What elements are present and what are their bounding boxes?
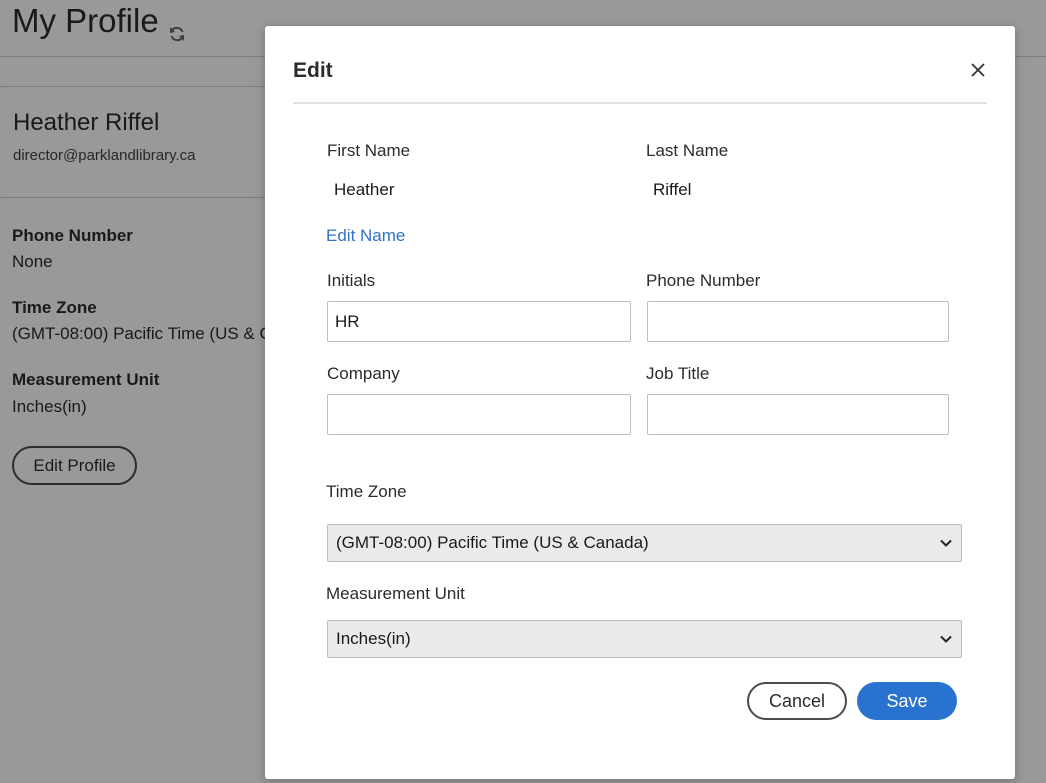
time-zone-select[interactable]: (GMT-08:00) Pacific Time (US & Canada) (327, 524, 962, 562)
measurement-unit-select[interactable]: Inches(in) (327, 620, 962, 658)
last-name-label: Last Name (646, 141, 729, 160)
profile-page: My Profile Heather Riffel director@parkl… (0, 0, 1046, 783)
company-input[interactable] (327, 394, 631, 435)
job-title-input[interactable] (647, 394, 949, 435)
initials-label: Initials (327, 271, 376, 290)
edit-profile-dialog: Edit First Name Heather Last Name Riffel… (265, 26, 1015, 779)
time-zone-selected: (GMT-08:00) Pacific Time (US & Canada) (336, 533, 649, 552)
measurement-unit-selected: Inches(in) (336, 629, 411, 648)
dialog-title: Edit (293, 59, 333, 82)
initials-input[interactable] (327, 301, 631, 342)
first-name-label: First Name (327, 141, 411, 160)
edit-name-link[interactable]: Edit Name (326, 226, 405, 246)
chevron-down-icon (940, 635, 952, 643)
last-name-value: Riffel (653, 180, 692, 199)
phone-number-label: Phone Number (646, 271, 761, 290)
phone-number-input[interactable] (647, 301, 949, 342)
job-title-label: Job Title (646, 364, 710, 383)
time-zone-label: Time Zone (326, 482, 407, 501)
cancel-button[interactable]: Cancel (747, 682, 847, 720)
company-label: Company (327, 364, 400, 383)
chevron-down-icon (940, 539, 952, 547)
close-button[interactable] (967, 59, 989, 81)
dialog-divider (293, 102, 987, 104)
first-name-value: Heather (334, 180, 395, 199)
close-icon (971, 63, 985, 77)
measurement-unit-label: Measurement Unit (326, 584, 465, 603)
save-button[interactable]: Save (857, 682, 957, 720)
